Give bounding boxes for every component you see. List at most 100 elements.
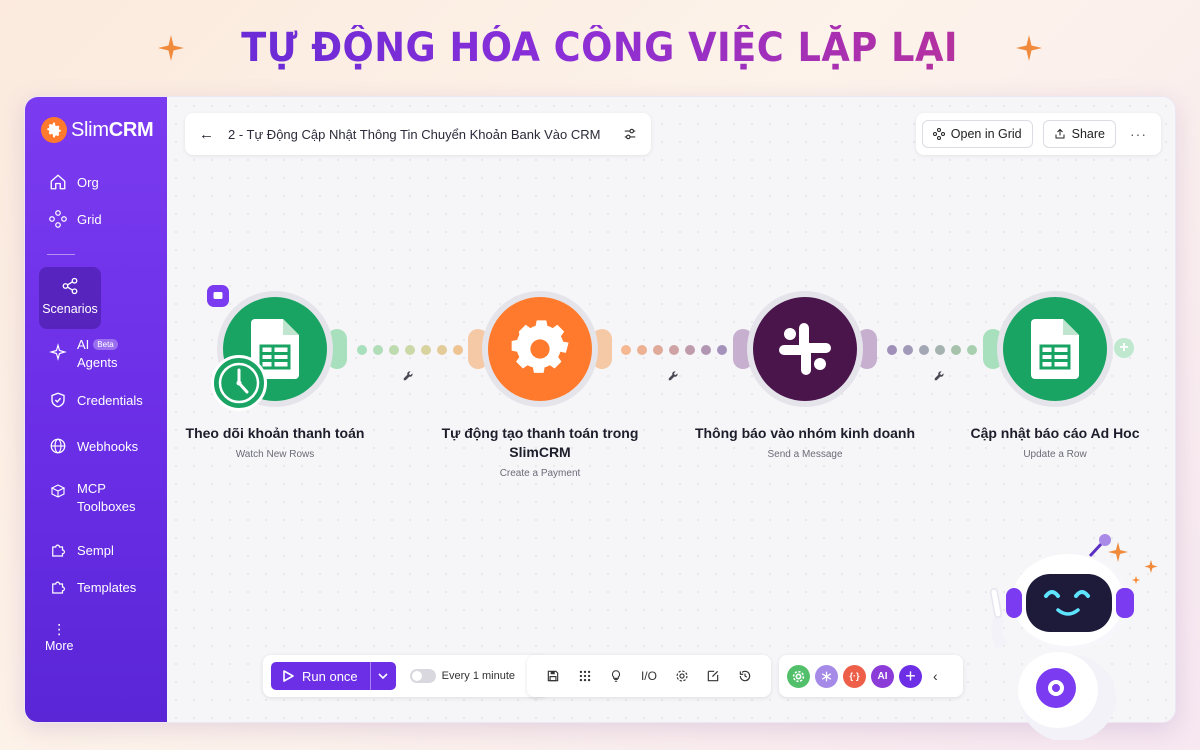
connection-dot bbox=[389, 345, 399, 355]
chevron-left-icon[interactable]: ‹ bbox=[933, 668, 938, 684]
connection-dot bbox=[357, 345, 367, 355]
add-module-button[interactable]: + bbox=[1114, 338, 1134, 358]
wrench-icon[interactable] bbox=[933, 368, 947, 382]
connection-dot bbox=[421, 345, 431, 355]
logo[interactable]: SlimCRM bbox=[41, 117, 154, 143]
sidebar-item-label: Toolboxes bbox=[77, 499, 136, 514]
sparkle-icon bbox=[158, 35, 185, 61]
schedule-toggle[interactable]: Every 1 minute bbox=[409, 669, 516, 683]
flow-node-create-payment[interactable] bbox=[468, 291, 612, 407]
connection-dot bbox=[903, 345, 913, 355]
connection-dot bbox=[405, 345, 415, 355]
robot-mascot-illustration bbox=[990, 534, 1158, 740]
toggle-switch[interactable] bbox=[409, 669, 436, 683]
flow-control-icon[interactable] bbox=[815, 664, 838, 688]
sidebar-more[interactable]: ⋮ More bbox=[45, 621, 74, 653]
gear-icon bbox=[488, 297, 592, 401]
tools-module-icon[interactable] bbox=[787, 664, 810, 688]
wrench-icon[interactable] bbox=[667, 368, 681, 382]
connection-dot bbox=[887, 345, 897, 355]
io-button[interactable]: I/O bbox=[641, 669, 657, 683]
ellipsis-icon[interactable]: ··· bbox=[1126, 126, 1151, 142]
sidebar-item-label: Agents bbox=[77, 355, 118, 370]
chevron-down-icon[interactable] bbox=[369, 662, 396, 690]
sidebar-item-label: AI bbox=[77, 337, 90, 352]
globe-icon bbox=[50, 438, 66, 454]
logo-text: SlimCRM bbox=[71, 118, 154, 141]
vertical-dots-icon: ⋮ bbox=[52, 621, 67, 637]
connection-dot bbox=[951, 345, 961, 355]
connection-dot bbox=[935, 345, 945, 355]
connection-dot bbox=[653, 345, 663, 355]
play-icon bbox=[283, 670, 294, 682]
banner-title: TỰ ĐỘNG HÓA CÔNG VIỆC LẶP LẠI bbox=[241, 25, 959, 71]
ai-module-button[interactable]: AI bbox=[871, 664, 894, 688]
connection-dot bbox=[967, 345, 977, 355]
grid-nodes-icon bbox=[932, 128, 945, 140]
trigger-badge-icon bbox=[207, 285, 229, 307]
connection-dot bbox=[373, 345, 383, 355]
header-actions: Open in Grid Share ··· bbox=[915, 113, 1161, 155]
open-in-grid-label: Open in Grid bbox=[950, 127, 1022, 141]
connection-dot bbox=[453, 345, 463, 355]
sidebar-item-grid[interactable]: Grid bbox=[49, 210, 102, 228]
add-module-icon[interactable]: + bbox=[899, 664, 922, 688]
settings-icon[interactable] bbox=[675, 669, 689, 683]
sidebar-item-ai-agents[interactable]: AI Beta Agents bbox=[49, 337, 118, 371]
sidebar-item-templates[interactable]: Templates bbox=[49, 578, 136, 596]
connection-dot bbox=[685, 345, 695, 355]
node-title: Thông báo vào nhóm kinh doanh bbox=[694, 425, 916, 441]
connection-dot bbox=[637, 345, 647, 355]
sidebar-item-label: Credentials bbox=[77, 392, 143, 408]
share-out-icon bbox=[1055, 128, 1065, 139]
grid-dots-icon[interactable] bbox=[578, 669, 592, 683]
json-module-icon[interactable]: {·} bbox=[843, 664, 866, 688]
clock-icon[interactable] bbox=[211, 355, 267, 411]
sidebar-item-sempl[interactable]: Sempl bbox=[49, 541, 114, 559]
sidebar-item-mcp-toolboxes[interactable]: MCP Toolboxes bbox=[49, 480, 136, 516]
sliders-icon[interactable] bbox=[623, 127, 637, 141]
home-icon bbox=[50, 174, 66, 190]
more-label: More bbox=[45, 639, 74, 653]
sidebar-item-label: MCP bbox=[77, 481, 106, 496]
flow-node-send-message[interactable] bbox=[733, 291, 877, 407]
puzzle-icon bbox=[52, 544, 65, 557]
puzzle-icon bbox=[52, 581, 65, 594]
divider bbox=[47, 254, 75, 255]
run-once-label: Run once bbox=[302, 668, 358, 684]
back-arrow-icon[interactable]: ← bbox=[199, 126, 214, 143]
sidebar: SlimCRM Org Grid Scenarios AI Beta Agents… bbox=[25, 97, 167, 722]
connection-dot bbox=[669, 345, 679, 355]
beta-badge: Beta bbox=[93, 339, 118, 350]
lightbulb-icon[interactable] bbox=[609, 669, 623, 683]
sidebar-item-credentials[interactable]: Credentials bbox=[49, 391, 143, 409]
flow-node-update-row[interactable] bbox=[983, 291, 1113, 407]
scenario-title[interactable]: 2 - Tự Động Cập Nhật Thông Tin Chuyển Kh… bbox=[228, 127, 609, 142]
connection-dot bbox=[437, 345, 447, 355]
share-button[interactable]: Share bbox=[1042, 120, 1116, 148]
run-once-button[interactable]: Run once bbox=[271, 662, 370, 690]
connection-dot bbox=[701, 345, 711, 355]
shield-icon bbox=[51, 392, 65, 408]
sparkle-icon bbox=[1015, 35, 1042, 61]
schedule-label: Every 1 minute bbox=[441, 670, 516, 682]
history-icon[interactable] bbox=[738, 669, 752, 683]
scenario-header: ← 2 - Tự Động Cập Nhật Thông Tin Chuyển … bbox=[185, 113, 651, 155]
run-toolbar: Run once Every 1 minute bbox=[263, 655, 548, 697]
save-icon[interactable] bbox=[546, 669, 560, 683]
node-title: Theo dõi khoản thanh toán bbox=[185, 425, 365, 441]
promo-banner: TỰ ĐỘNG HÓA CÔNG VIỆC LẶP LẠI bbox=[0, 18, 1200, 78]
edit-note-icon[interactable] bbox=[706, 669, 720, 683]
open-in-grid-button[interactable]: Open in Grid bbox=[921, 120, 1033, 148]
sidebar-item-label: Grid bbox=[77, 211, 102, 227]
sidebar-item-webhooks[interactable]: Webhooks bbox=[49, 437, 138, 455]
sidebar-item-org[interactable]: Org bbox=[49, 173, 99, 191]
grid-nodes-icon bbox=[49, 210, 67, 228]
node-subtitle: Watch New Rows bbox=[235, 449, 315, 460]
wrench-icon[interactable] bbox=[402, 368, 416, 382]
share-icon bbox=[62, 277, 78, 295]
sidebar-item-scenarios[interactable]: Scenarios bbox=[39, 267, 101, 329]
node-subtitle: Create a Payment bbox=[499, 468, 581, 479]
sidebar-item-label: Sempl bbox=[77, 542, 114, 558]
node-title: Cập nhật báo cáo Ad Hoc bbox=[970, 425, 1140, 441]
